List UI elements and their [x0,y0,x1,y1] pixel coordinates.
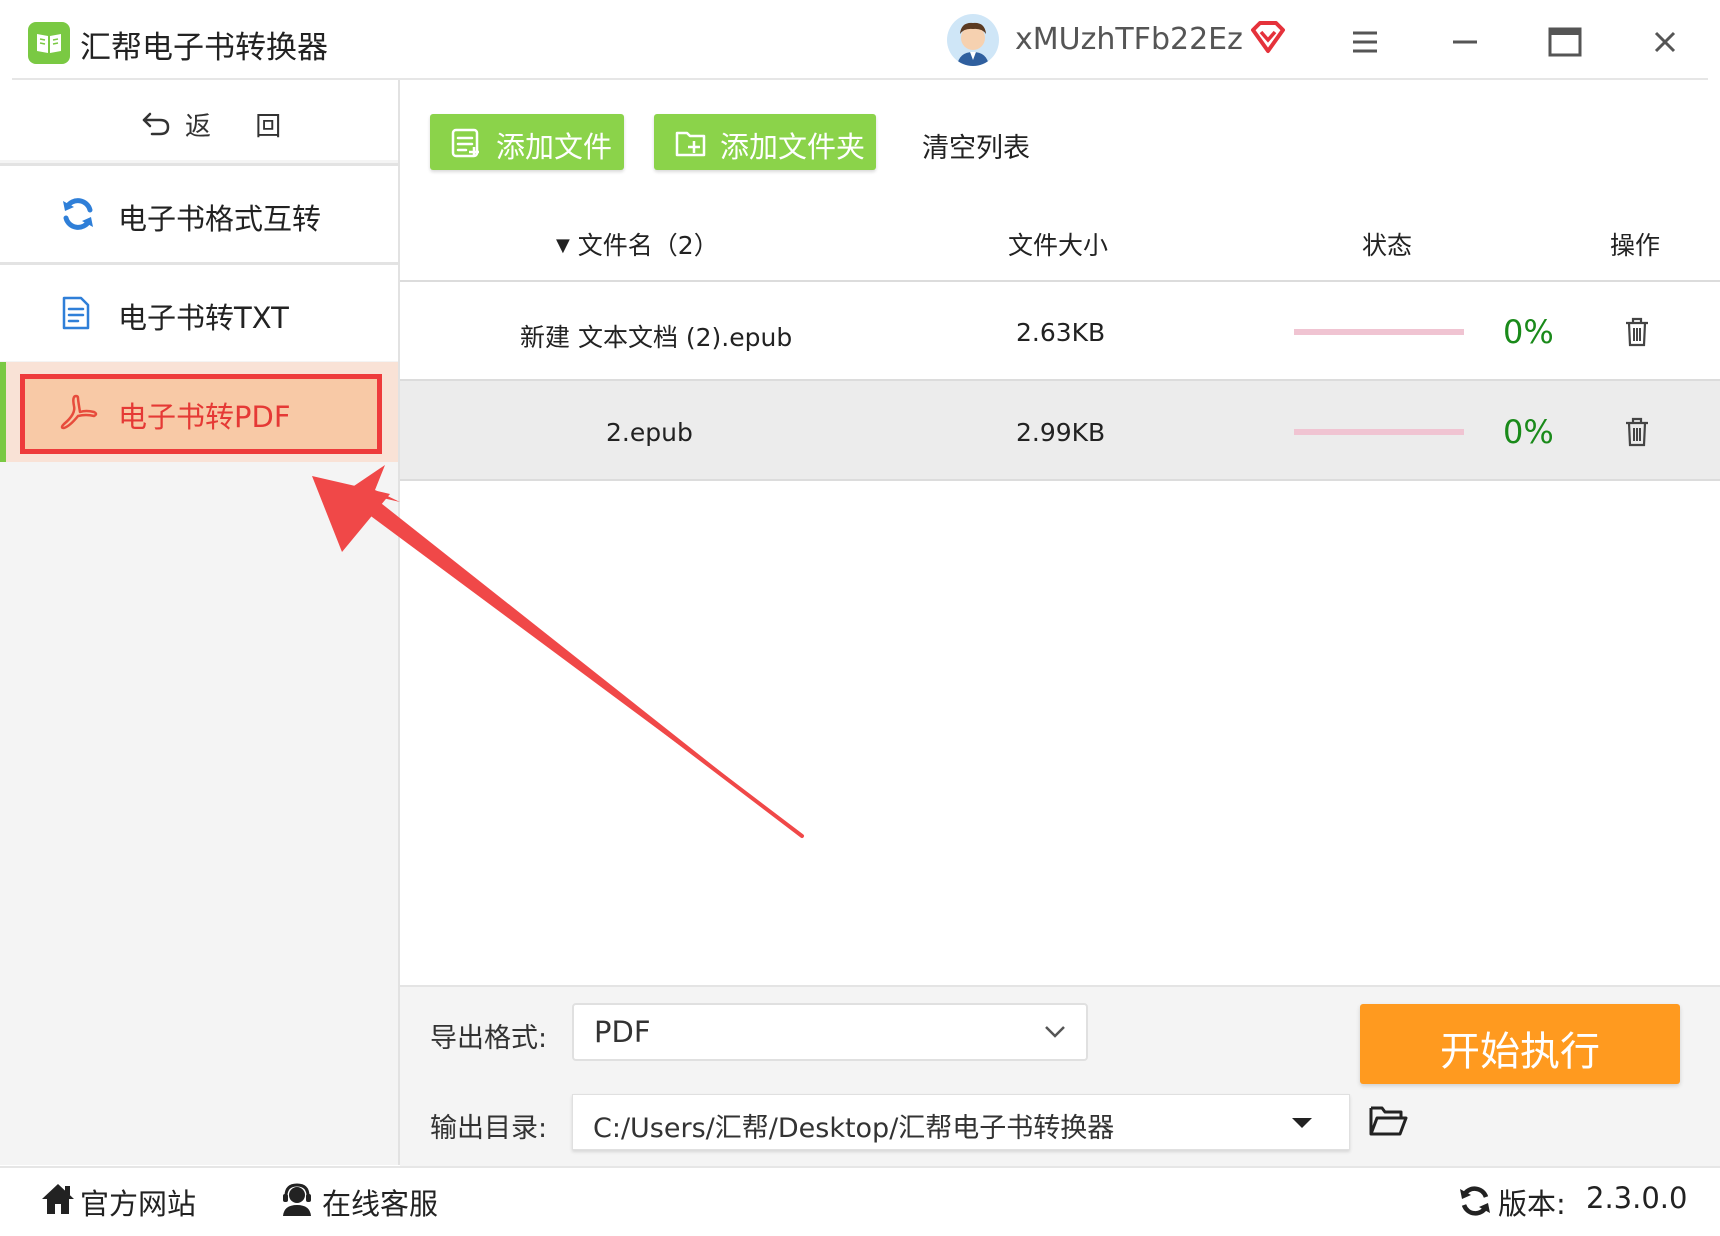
refresh-icon [63,198,93,230]
maximize-icon[interactable] [1543,22,1587,62]
vip-diamond-icon[interactable] [1250,20,1286,58]
close-icon[interactable] [1643,22,1687,62]
app-logo-icon [28,22,70,64]
header-divider [400,280,1720,282]
official-website-link[interactable]: 官方网站 [80,1181,196,1223]
chevron-down-icon [1045,1026,1065,1038]
output-dir-label: 输出目录: [430,1113,548,1144]
minimize-icon[interactable] [1443,22,1487,62]
update-icon[interactable] [1458,1185,1492,1221]
document-icon [62,296,90,330]
sidebar-item-label: 电子书转PDF [118,400,291,434]
sidebar-item-label: 电子书格式互转 [118,202,322,236]
row-2-progress-bar [1294,429,1464,435]
row-1-filename: 新建 文本文档 (2).epub [520,323,793,352]
back-button[interactable]: 返 回 [0,80,398,160]
trash-icon [1626,317,1648,347]
open-folder-button[interactable] [1368,1104,1408,1142]
sidebar-item-to-pdf[interactable]: 电子书转PDF [0,362,398,462]
row-1-progress-bar [1294,329,1464,335]
row-1-progress-percent: 0% [1503,313,1554,351]
row-2-size: 2.99KB [1016,418,1106,447]
version-value: 2.3.0.0 [1586,1181,1688,1215]
trash-icon [1626,417,1648,447]
row-2-progress-percent: 0% [1503,413,1554,451]
caret-down-icon [1292,1118,1312,1128]
row-1-size: 2.63KB [1016,318,1106,347]
column-header-status: 状态 [1362,231,1413,260]
avatar[interactable] [947,14,999,66]
column-header-action: 操作 [1610,231,1661,260]
export-format-label: 导出格式: [430,1023,548,1054]
add-folder-icon [675,131,706,157]
home-icon [40,1182,76,1220]
app-title: 汇帮电子书转换器 [80,30,328,66]
row-1-delete-button[interactable] [1623,316,1651,352]
add-folder-button[interactable]: 添加文件夹 [654,114,876,170]
column-header-size: 文件大小 [1008,231,1109,260]
output-dir-value: C:/Users/汇帮/Desktop/汇帮电子书转换器 [593,1113,1115,1144]
clear-list-button[interactable]: 清空列表 [922,126,1030,165]
output-dir-select[interactable]: C:/Users/汇帮/Desktop/汇帮电子书转换器 [572,1094,1350,1150]
annotation-arrow [312,465,804,838]
username[interactable]: xMUzhTFb22Ez [1015,22,1243,57]
menu-icon[interactable] [1343,22,1387,62]
pdf-icon [60,394,98,430]
export-format-select[interactable]: PDF [572,1003,1088,1061]
back-label: 返 回 [185,112,300,142]
sort-down-icon: ▼ [556,235,570,256]
add-file-button[interactable]: 添加文件 [430,114,624,170]
online-support-link[interactable]: 在线客服 [322,1181,438,1223]
sidebar-item-to-txt[interactable]: 电子书转TXT [0,262,398,361]
folder-open-icon [1369,1106,1408,1136]
back-arrow-icon [142,112,170,136]
start-button[interactable]: 开始执行 [1360,1004,1680,1084]
export-format-value: PDF [594,1015,651,1049]
sidebar-item-format-convert[interactable]: 电子书格式互转 [0,163,398,262]
add-file-icon [451,128,479,158]
row-2-filename: 2.epub [606,418,693,447]
support-agent-icon [280,1182,314,1220]
version-label: 版本: [1498,1187,1566,1221]
row-2-delete-button[interactable] [1623,416,1651,452]
sidebar-item-label: 电子书转TXT [118,301,289,335]
column-header-filename[interactable]: ▼ 文件名（2） [556,226,719,262]
